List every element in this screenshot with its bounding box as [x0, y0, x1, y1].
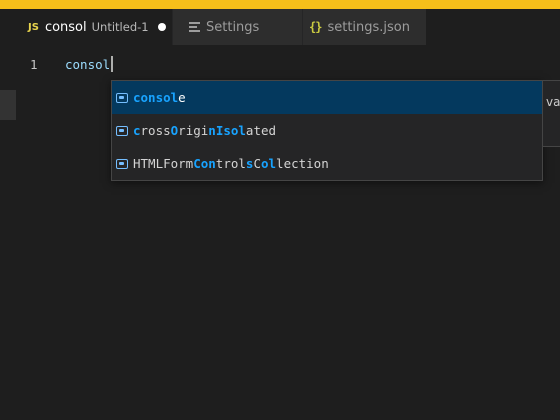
suggest-rest: ated	[245, 123, 277, 138]
suggest-widget: consol e c ross Origi n Isol ated HTMLForm Con t…	[111, 80, 543, 181]
tab-settings[interactable]: Settings	[172, 9, 302, 45]
suggest-match: o	[260, 156, 269, 171]
unsaved-dot-icon[interactable]	[157, 23, 166, 31]
editor-tab-bar: JS consol Untitled-1 Settings {} setting…	[16, 9, 426, 45]
tab-title: settings.json	[327, 19, 411, 35]
javascript-icon: JS	[28, 21, 39, 33]
suggest-rest: ross	[140, 123, 171, 138]
suggest-match: O	[170, 123, 179, 138]
suggest-match: Con	[193, 156, 216, 171]
suggest-rest: C	[253, 156, 261, 171]
suggest-rest: e	[178, 90, 186, 105]
suggest-match: sol	[223, 123, 246, 138]
suggest-rest: ection	[283, 156, 329, 171]
suggest-match: l	[268, 156, 277, 171]
suggest-rest: trol	[215, 156, 246, 171]
code-text[interactable]: consol	[65, 57, 110, 72]
details-text: va	[546, 95, 560, 109]
line-number: 1	[30, 56, 38, 72]
tab-untitled-1[interactable]: JS consol Untitled-1	[16, 9, 172, 45]
title-accent-bar	[0, 0, 560, 9]
tab-settings-json[interactable]: {} settings.json	[302, 9, 426, 45]
suggest-match: consol	[133, 90, 179, 105]
suggest-match: n	[208, 123, 216, 138]
suggest-rest: rigi	[178, 123, 209, 138]
text-cursor	[111, 56, 114, 72]
vscode-window: JS consol Untitled-1 Settings {} setting…	[0, 0, 560, 420]
settings-icon	[189, 22, 200, 32]
suggest-item-console[interactable]: consol e	[112, 81, 542, 114]
suggest-match: I	[215, 123, 224, 138]
editor-line[interactable]: 1 consol	[30, 55, 114, 73]
scroll-shadow-strip	[0, 90, 16, 120]
suggest-match: s	[245, 156, 254, 171]
suggest-rest: l	[276, 156, 284, 171]
variable-icon	[116, 158, 128, 169]
suggest-rest: HTMLForm	[133, 156, 194, 171]
json-braces-icon: {}	[309, 20, 322, 34]
tab-title: Settings	[206, 19, 260, 35]
suggest-match: c	[133, 123, 141, 138]
tab-title: consol	[44, 19, 87, 35]
tab-description: Untitled-1	[91, 20, 149, 34]
variable-icon	[116, 92, 128, 103]
suggest-item-htmlformcontrolscollection[interactable]: HTMLForm Con trol s Co l l ection	[112, 147, 542, 180]
suggest-item-crossoriginisolated[interactable]: c ross Origi n Isol ated	[112, 114, 542, 147]
variable-icon	[116, 125, 128, 136]
suggest-details-panel: va	[542, 80, 560, 147]
